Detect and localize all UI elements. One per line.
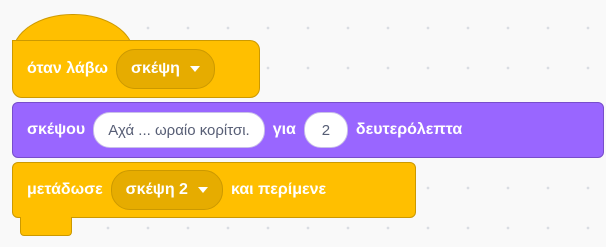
broadcast-and-wait-block[interactable]: μετάδωσε σκέψη 2 και περίμενε [12, 162, 416, 218]
seconds-label: δευτερόλεπτα [355, 121, 463, 138]
receive-message-dropdown[interactable]: σκέψη [116, 49, 215, 89]
and-wait-label: και περίμενε [230, 181, 327, 198]
think-text-input[interactable]: Αχά ... ωραίο κορίτσι. [93, 112, 265, 148]
chevron-down-icon [197, 187, 208, 193]
chevron-down-icon [189, 66, 200, 72]
receive-message-value: σκέψη [131, 60, 180, 77]
seconds-input[interactable]: 2 [303, 112, 348, 148]
think-for-secs-block[interactable]: σκέψου Αχά ... ωραίο κορίτσι. για 2 δευτ… [12, 102, 604, 158]
for-label: για [272, 121, 296, 138]
when-i-receive-block[interactable]: όταν λάβω σκέψη [12, 40, 260, 98]
broadcast-message-dropdown[interactable]: σκέψη 2 [110, 170, 223, 210]
broadcast-message-value: σκέψη 2 [125, 181, 188, 198]
block-bottom-notch [20, 217, 72, 236]
broadcast-label: μετάδωσε [27, 181, 103, 198]
think-label: σκέψου [27, 121, 86, 138]
when-i-receive-label: όταν λάβω [27, 60, 109, 77]
